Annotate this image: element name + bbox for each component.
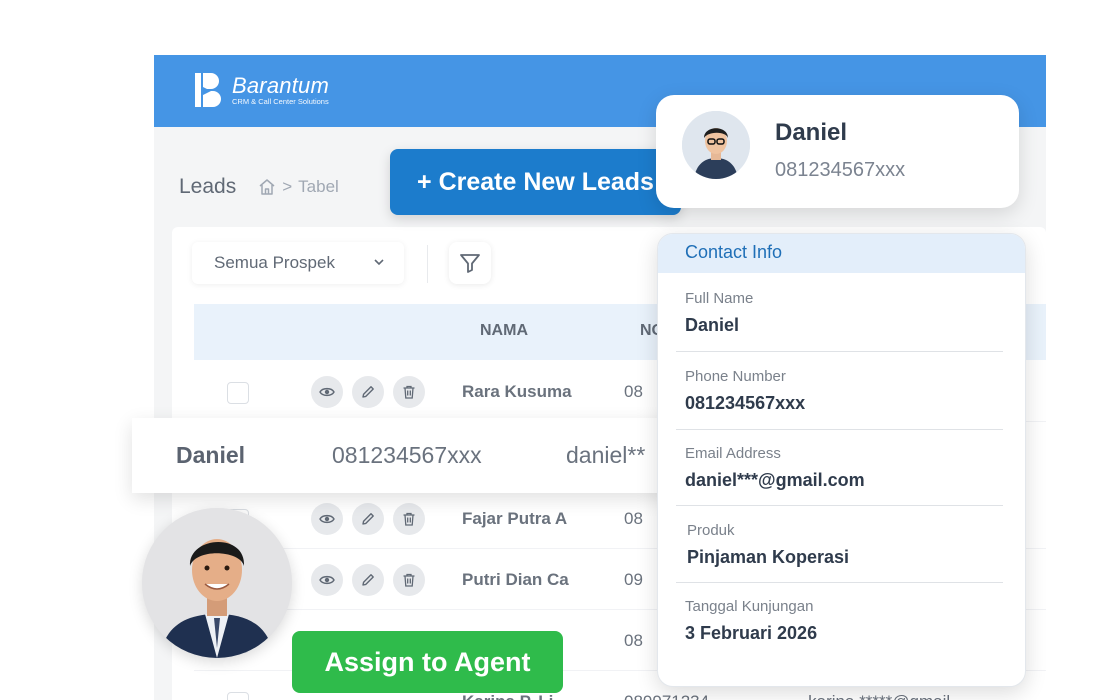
create-new-leads-button[interactable]: + Create New Leads bbox=[390, 149, 681, 215]
email-address-label: Email Address bbox=[685, 445, 781, 462]
full-name-label: Full Name bbox=[685, 290, 754, 307]
lead-phone: 08 bbox=[624, 631, 643, 650]
product-field: Produk Pinjaman Koperasi bbox=[687, 522, 1007, 568]
product-label: Produk bbox=[687, 522, 735, 539]
prospect-filter-select[interactable]: Semua Prospek bbox=[192, 242, 404, 284]
full-name-value: Daniel bbox=[685, 315, 740, 335]
filter-icon bbox=[460, 254, 480, 273]
contact-info-title: Contact Info bbox=[658, 234, 1025, 273]
page-title: Leads bbox=[179, 175, 237, 198]
agent-avatar bbox=[142, 508, 292, 658]
lead-name: Fajar Putra A bbox=[462, 509, 568, 528]
view-button[interactable] bbox=[311, 564, 343, 596]
highlighted-lead-phone: 081234567xxx bbox=[332, 442, 482, 468]
breadcrumb: > Tabel bbox=[258, 177, 339, 197]
chevron-down-icon bbox=[374, 259, 384, 266]
eye-icon bbox=[319, 514, 335, 524]
delete-button[interactable] bbox=[393, 503, 425, 535]
email-address-field: Email Address daniel***@gmail.com bbox=[685, 445, 1005, 491]
brand-logo[interactable]: Barantum CRM & Call Center Solutions bbox=[192, 71, 329, 109]
contact-info-panel: Contact Info Full Name Daniel Phone Numb… bbox=[657, 233, 1026, 687]
eye-icon bbox=[319, 387, 335, 397]
brand-tagline: CRM & Call Center Solutions bbox=[232, 96, 329, 106]
field-divider bbox=[676, 505, 1003, 506]
profile-name: Daniel bbox=[775, 119, 848, 146]
avatar bbox=[682, 111, 750, 179]
eye-icon bbox=[319, 575, 335, 585]
field-divider bbox=[676, 582, 1003, 583]
lead-profile-card: Daniel 081234567xxx bbox=[656, 95, 1019, 208]
field-divider bbox=[676, 429, 1003, 430]
lead-phone: 089971234 bbox=[624, 692, 709, 700]
breadcrumb-separator: > bbox=[282, 177, 293, 196]
assign-to-agent-button[interactable]: Assign to Agent bbox=[292, 631, 563, 693]
view-button[interactable] bbox=[311, 376, 343, 408]
highlighted-lead-row[interactable]: Daniel 081234567xxx daniel** bbox=[132, 418, 692, 493]
visit-date-label: Tanggal Kunjungan bbox=[685, 598, 814, 615]
trash-icon bbox=[403, 512, 415, 526]
person-avatar-icon bbox=[682, 111, 750, 179]
agent-photo-icon bbox=[142, 508, 292, 658]
lead-email: ...karina.*****@gmail bbox=[794, 692, 950, 700]
trash-icon bbox=[403, 573, 415, 587]
breadcrumb-current: Tabel bbox=[298, 177, 339, 196]
toolbar-divider bbox=[427, 245, 428, 283]
lead-phone: 09 bbox=[624, 570, 643, 589]
full-name-field: Full Name Daniel bbox=[685, 290, 1005, 336]
field-divider bbox=[676, 351, 1003, 352]
lead-name: Karina P. Li bbox=[462, 692, 553, 700]
lead-name: Putri Dian Ca bbox=[462, 570, 569, 589]
filter-button[interactable] bbox=[449, 242, 491, 284]
visit-date-value: 3 Februari 2026 bbox=[685, 623, 818, 643]
email-address-value: daniel***@gmail.com bbox=[685, 470, 865, 490]
lead-phone: 08 bbox=[624, 509, 643, 528]
pencil-icon bbox=[362, 386, 374, 398]
brand-name: Barantum bbox=[232, 72, 329, 98]
delete-button[interactable] bbox=[393, 564, 425, 596]
delete-button[interactable] bbox=[393, 376, 425, 408]
home-icon[interactable] bbox=[258, 178, 276, 196]
edit-button[interactable] bbox=[352, 503, 384, 535]
phone-number-label: Phone Number bbox=[685, 368, 786, 385]
lead-name: Rara Kusuma bbox=[462, 382, 572, 401]
pencil-icon bbox=[362, 513, 374, 525]
trash-icon bbox=[403, 385, 415, 399]
barantum-logo-icon bbox=[195, 73, 221, 107]
row-checkbox[interactable] bbox=[227, 382, 249, 404]
product-value: Pinjaman Koperasi bbox=[687, 547, 850, 567]
visit-date-field: Tanggal Kunjungan 3 Februari 2026 bbox=[685, 598, 1005, 644]
highlighted-lead-name: Daniel bbox=[176, 442, 246, 468]
pencil-icon bbox=[362, 574, 374, 586]
filter-select-value: Semua Prospek bbox=[214, 253, 335, 272]
page-header: Leads > Tabel bbox=[179, 175, 339, 199]
column-header-nama[interactable]: NAMA bbox=[480, 322, 528, 340]
phone-number-value: 081234567xxx bbox=[685, 393, 806, 413]
view-button[interactable] bbox=[311, 503, 343, 535]
edit-button[interactable] bbox=[352, 564, 384, 596]
lead-phone: 08 bbox=[624, 382, 643, 401]
phone-number-field: Phone Number 081234567xxx bbox=[685, 368, 1005, 414]
edit-button[interactable] bbox=[352, 376, 384, 408]
profile-phone: 081234567xxx bbox=[775, 159, 906, 181]
highlighted-lead-email: daniel** bbox=[566, 442, 646, 468]
row-checkbox[interactable] bbox=[227, 692, 249, 700]
